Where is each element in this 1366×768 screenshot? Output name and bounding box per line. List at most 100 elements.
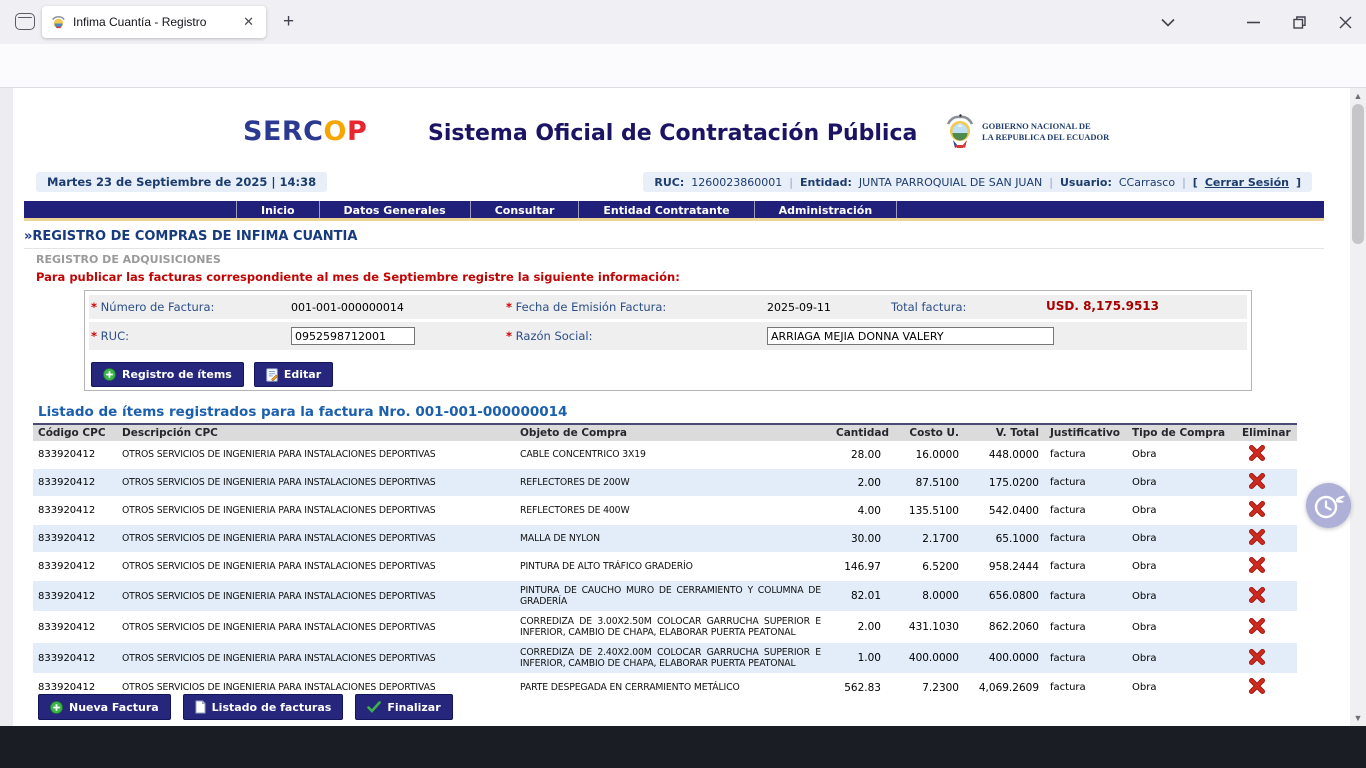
ruc-field-label-text: RUC: [101,329,129,343]
table-row: 833920412 OTROS SERVICIOS DE INGENIERIA … [33,643,1297,674]
user-label: Usuario: [1060,176,1112,189]
nav-item-datos-generales[interactable]: Datos Generales [319,201,470,218]
close-window-button[interactable] [1335,12,1355,32]
required-mark: * [506,300,512,314]
cell-objeto-compra: REFLECTORES DE 400W [515,497,831,525]
gov-line-2: LA REPUBLICA DEL ECUADOR [982,132,1109,143]
firefox-view-icon[interactable] [15,13,35,30]
cell-v-total: 656.0800 [965,581,1045,612]
cell-descripcion-cpc: OTROS SERVICIOS DE INGENIERIA PARA INSTA… [117,581,515,612]
nav-item-inicio[interactable]: Inicio [236,201,319,218]
delete-item-icon[interactable] [1249,587,1265,606]
delete-item-icon[interactable] [1249,557,1265,576]
tab-title: Infima Cuantía - Registro [73,15,233,29]
cell-objeto-compra: PARTE DESPEGADA EN CERRAMIENTO METÁLICO [515,674,831,702]
cell-descripcion-cpc: OTROS SERVICIOS DE INGENIERIA PARA INSTA… [117,441,515,469]
government-logo: GOBIERNO NACIONAL DE LA REPUBLICA DEL EC… [945,114,1109,150]
razon-social-input[interactable] [767,327,1054,345]
delete-item-icon[interactable] [1249,678,1265,697]
cell-justificativo: factura [1045,497,1127,525]
table-row: 833920412 OTROS SERVICIOS DE INGENIERIA … [33,469,1297,497]
page-scrollbar[interactable]: ▲ ▼ [1350,88,1366,726]
system-title: Sistema Oficial de Contratación Pública [428,121,917,146]
delete-item-icon[interactable] [1249,501,1265,520]
cell-codigo-cpc: 833920412 [33,581,117,612]
cell-justificativo: factura [1045,674,1127,702]
page-left-margin [0,88,13,726]
edit-document-icon [266,368,278,382]
nav-item-entidad-contratante[interactable]: Entidad Contratante [578,201,753,218]
tab-close-icon[interactable]: ✕ [240,14,257,30]
delete-item-icon[interactable] [1249,649,1265,668]
nav-item-consultar[interactable]: Consultar [470,201,579,218]
cell-eliminar [1237,581,1297,612]
ecuador-coat-of-arms-icon [945,114,975,150]
delete-item-icon[interactable] [1249,618,1265,637]
separator: | [1182,176,1186,189]
restore-button[interactable] [1289,12,1309,32]
invoice-list-button[interactable]: Listado de facturas [183,694,344,720]
delete-item-icon[interactable] [1249,445,1265,464]
cell-objeto-compra: CABLE CONCENTRICO 3X19 [515,441,831,469]
scroll-down-arrow[interactable]: ▼ [1353,713,1363,723]
cell-eliminar [1237,612,1297,643]
cell-eliminar [1237,497,1297,525]
cell-costo-u: 16.0000 [887,441,965,469]
ruc-label: RUC: [654,176,684,189]
footer-buttons: Nueva Factura Listado de facturas Finali… [38,694,453,720]
page-content: SERCOP Sistema Oficial de Contratación P… [0,88,1350,726]
tab-favicon-ecuador-crest-icon [51,15,66,30]
cell-v-total: 65.1000 [965,525,1045,553]
new-invoice-button[interactable]: Nueva Factura [38,694,171,720]
register-items-label: Registro de ítems [122,368,232,381]
floating-clock-widget[interactable] [1306,483,1351,528]
cell-tipo-compra: Obra [1127,497,1237,525]
table-header-row: Código CPC Descripción CPC Objeto de Com… [33,424,1297,441]
cell-objeto-compra: PINTURA DE ALTO TRÁFICO GRADERÍO [515,553,831,581]
entity-value: JUNTA PARROQUIAL DE SAN JUAN [859,176,1042,189]
user-value: CCarrasco [1119,176,1175,189]
scroll-up-arrow[interactable]: ▲ [1353,91,1363,101]
delete-item-icon[interactable] [1249,473,1265,492]
cell-eliminar [1237,643,1297,674]
cell-codigo-cpc: 833920412 [33,612,117,643]
plus-circle-icon [103,368,116,381]
ruc-field-label: * RUC: [91,329,129,343]
cell-costo-u: 87.5100 [887,469,965,497]
total-label: Total factura: [891,300,966,314]
cell-descripcion-cpc: OTROS SERVICIOS DE INGENIERIA PARA INSTA… [117,612,515,643]
cell-tipo-compra: Obra [1127,643,1237,674]
browser-tab[interactable]: Infima Cuantía - Registro ✕ [42,6,266,38]
invoice-number-value: 001-001-000000014 [291,301,404,314]
cell-cantidad: 4.00 [831,497,887,525]
finish-label: Finalizar [387,701,440,714]
cell-v-total: 448.0000 [965,441,1045,469]
cell-eliminar [1237,469,1297,497]
cell-objeto-compra: MALLA DE NYLON [515,525,831,553]
cell-tipo-compra: Obra [1127,674,1237,702]
cell-descripcion-cpc: OTROS SERVICIOS DE INGENIERIA PARA INSTA… [117,553,515,581]
nav-item-administracion[interactable]: Administración [754,201,898,218]
tab-list-chevron-icon[interactable] [1158,12,1178,32]
items-table-body: 833920412 OTROS SERVICIOS DE INGENIERIA … [33,441,1297,702]
ruc-input[interactable] [291,327,415,345]
edit-button[interactable]: Editar [254,362,333,387]
table-row: 833920412 OTROS SERVICIOS DE INGENIERIA … [33,525,1297,553]
scrollbar-thumb[interactable] [1352,104,1364,244]
cell-descripcion-cpc: OTROS SERVICIOS DE INGENIERIA PARA INSTA… [117,469,515,497]
new-tab-button[interactable]: + [283,11,294,33]
minimize-button[interactable] [1243,12,1263,32]
logout-link[interactable]: Cerrar Sesión [1205,176,1289,189]
header-v-total: V. Total [965,424,1045,441]
header-justificativo: Justificativo [1045,424,1127,441]
cell-codigo-cpc: 833920412 [33,469,117,497]
invoice-number-label: * Número de Factura: [91,300,214,314]
finish-button[interactable]: Finalizar [355,694,452,720]
sercop-logo: SERCOP [243,116,367,147]
sercop-logo-p: P [347,116,367,147]
check-icon [367,701,381,713]
delete-item-icon[interactable] [1249,529,1265,548]
cell-costo-u: 431.1030 [887,612,965,643]
register-items-button[interactable]: Registro de ítems [91,362,244,387]
cell-eliminar [1237,553,1297,581]
